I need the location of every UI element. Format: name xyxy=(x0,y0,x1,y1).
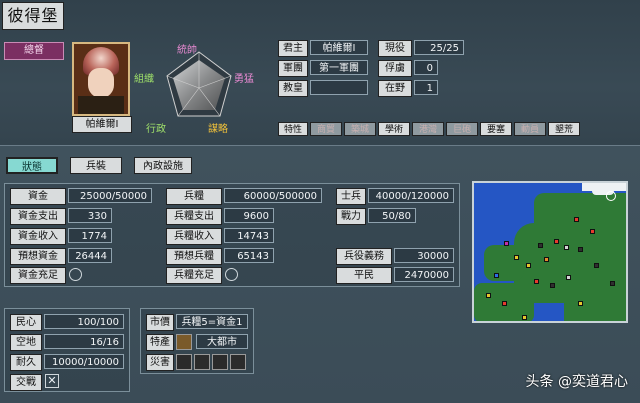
selected-castle-marker xyxy=(606,191,616,201)
price-label: 市價 xyxy=(146,314,174,331)
trait-fortress[interactable]: 要塞 xyxy=(480,122,512,136)
funds-sufficient-indicator xyxy=(69,268,82,281)
morale-label: 民心 xyxy=(10,314,42,331)
commander-name: 帕維爾Ⅰ xyxy=(72,116,132,133)
power-label: 戰力 xyxy=(336,208,366,225)
land-value: 16/16 xyxy=(44,334,124,349)
land-label: 空地 xyxy=(10,334,42,351)
tab-status[interactable]: 狀態 xyxy=(6,157,58,174)
provisions-sufficient-indicator xyxy=(225,268,238,281)
trait-cannon[interactable]: 巨砲 xyxy=(446,122,478,136)
funds-expense-label: 資金支出 xyxy=(10,208,66,225)
trait-mobilize[interactable]: 動員 xyxy=(514,122,546,136)
ruler-label: 君主 xyxy=(278,40,308,57)
funds-forecast-label: 預想資金 xyxy=(10,248,66,265)
provisions-expense-value: 9600 xyxy=(224,208,274,223)
funds-expense-value: 330 xyxy=(68,208,112,223)
civilians-value: 2470000 xyxy=(394,267,454,282)
morale-value: 100/100 xyxy=(44,314,124,329)
trait-academic[interactable]: 學術 xyxy=(378,122,410,136)
disaster-skull-icon xyxy=(176,354,192,370)
disaster-plague-icon xyxy=(194,354,210,370)
role-badge: 總督 xyxy=(4,42,64,60)
radar-label-administration: 行政 xyxy=(146,124,166,135)
durability-label: 耐久 xyxy=(10,354,42,371)
funds-sufficient-label: 資金充足 xyxy=(10,267,66,284)
trait-cultivate[interactable]: 墾荒 xyxy=(548,122,580,136)
provisions-expense-label: 兵糧支出 xyxy=(166,208,222,225)
tab-facilities[interactable]: 內政設施 xyxy=(134,157,192,174)
disaster-famine-icon xyxy=(212,354,228,370)
provisions-sufficient-label: 兵糧充足 xyxy=(166,267,222,284)
trait-trade[interactable]: 商貿 xyxy=(310,122,342,136)
ruler-value: 帕維爾Ⅰ xyxy=(310,40,368,55)
radar-label-bravery: 勇猛 xyxy=(234,74,254,85)
pope-value xyxy=(310,80,368,95)
power-value: 50/80 xyxy=(368,208,416,223)
funds-label: 資金 xyxy=(10,188,66,205)
wild-label: 在野 xyxy=(378,80,412,97)
traits-label: 特性 xyxy=(278,122,308,136)
service-label: 兵役義務 xyxy=(336,248,392,265)
funds-income-value: 1774 xyxy=(68,228,112,243)
funds-income-label: 資金收入 xyxy=(10,228,66,245)
provisions-income-value: 14743 xyxy=(224,228,274,243)
provisions-income-label: 兵糧收入 xyxy=(166,228,222,245)
soldiers-label: 士兵 xyxy=(336,188,366,205)
tab-equipment[interactable]: 兵裝 xyxy=(70,157,122,174)
europe-minimap[interactable] xyxy=(472,181,628,323)
ability-radar-chart: 統帥 組織 勇猛 行政 謀略 xyxy=(134,40,264,136)
durability-value: 10000/10000 xyxy=(44,354,124,369)
civilians-label: 平民 xyxy=(336,267,392,284)
radar-label-organization: 組織 xyxy=(134,74,154,85)
radar-label-leadership: 統帥 xyxy=(177,45,197,56)
watermark-text: 头条 @奕道君心 xyxy=(525,374,628,390)
specialty-value: 大都市 xyxy=(196,334,248,349)
provisions-forecast-label: 預想兵糧 xyxy=(166,248,222,265)
funds-value: 25000/50000 xyxy=(68,188,152,203)
pope-label: 教皇 xyxy=(278,80,308,97)
castle-title: 彼得堡 xyxy=(2,2,64,30)
commander-portrait[interactable] xyxy=(72,42,130,116)
specialty-icon xyxy=(176,334,192,350)
specialty-label: 特產 xyxy=(146,334,174,351)
disaster-flood-icon xyxy=(230,354,246,370)
captive-value: 0 xyxy=(414,60,438,75)
trait-fortify[interactable]: 築城 xyxy=(344,122,376,136)
provisions-value: 60000/500000 xyxy=(224,188,322,203)
service-value: 30000 xyxy=(394,248,454,263)
provisions-forecast-value: 65143 xyxy=(224,248,274,263)
disaster-label: 災害 xyxy=(146,354,174,371)
corps-label: 軍團 xyxy=(278,60,308,77)
corps-value: 第一軍團 xyxy=(310,60,368,75)
active-value: 25/25 xyxy=(414,40,464,55)
battle-indicator-x-icon: ✕ xyxy=(45,374,59,388)
funds-forecast-value: 26444 xyxy=(68,248,112,263)
soldiers-value: 40000/120000 xyxy=(368,188,454,203)
provisions-label: 兵糧 xyxy=(166,188,222,205)
radar-label-strategy: 謀略 xyxy=(208,124,228,135)
active-label: 現役 xyxy=(378,40,412,57)
wild-value: 1 xyxy=(414,80,438,95)
battle-label: 交戰 xyxy=(10,374,42,391)
captive-label: 俘虜 xyxy=(378,60,412,77)
trait-harbor[interactable]: 港灣 xyxy=(412,122,444,136)
price-value: 兵糧5=資金1 xyxy=(176,314,248,329)
